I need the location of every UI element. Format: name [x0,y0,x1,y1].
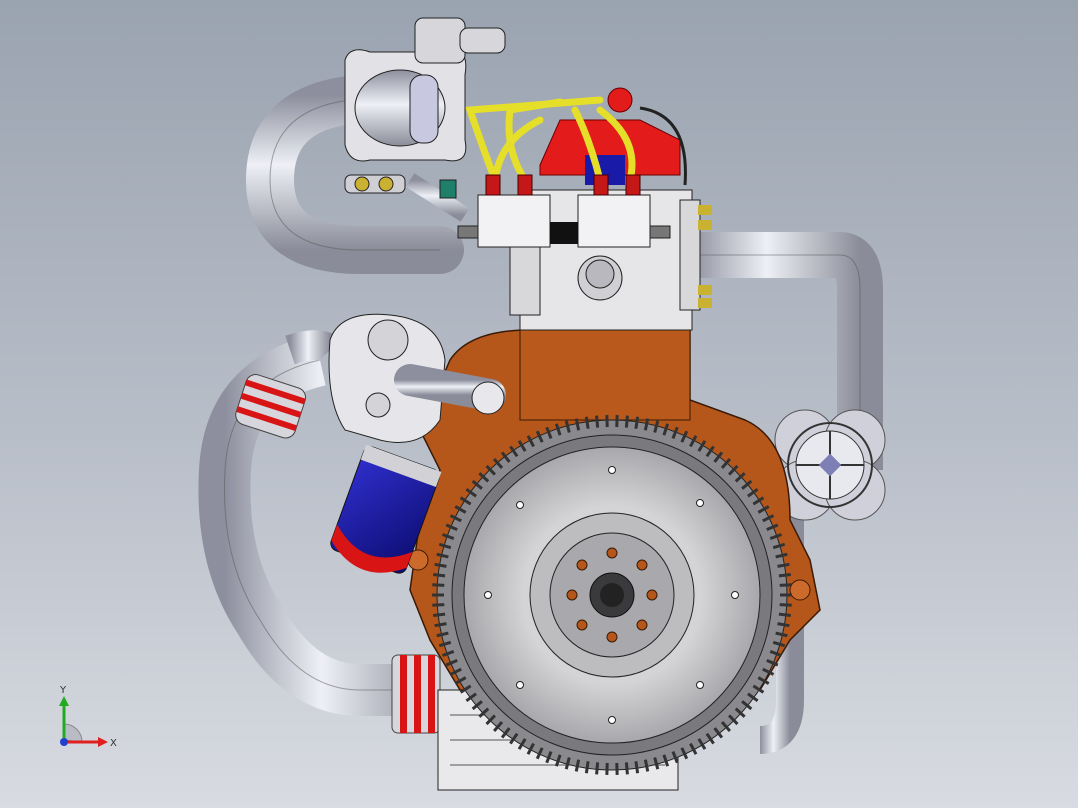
gear-tooth [434,562,447,568]
gear-tooth [432,603,445,607]
gear-tooth [624,762,629,775]
y-axis-label: Y [59,685,67,696]
fuel-fittings [344,173,470,222]
hose-clamp-lower [391,654,441,734]
gear-tooth [432,583,445,587]
gear-tooth [433,572,446,578]
gear-tooth [595,415,600,428]
gear-tooth [778,572,791,578]
exhaust-collector[interactable] [774,409,886,521]
gear-tooth [624,415,629,428]
gear-tooth [595,762,600,775]
gear-tooth [584,761,590,774]
gear-tooth [434,622,447,628]
x-axis-label: X [110,738,117,749]
axis-triad: X Y [59,685,117,749]
gear-tooth [778,612,791,618]
gear-tooth [779,583,792,587]
gear-tooth [777,622,790,628]
gear-tooth [433,612,446,618]
cad-viewport[interactable] [0,0,1078,808]
gear-tooth [634,761,640,774]
gear-tooth [584,416,590,429]
z-axis-icon [60,738,68,746]
gear-tooth [634,416,640,429]
gear-tooth [777,562,790,568]
gear-tooth [779,603,792,607]
